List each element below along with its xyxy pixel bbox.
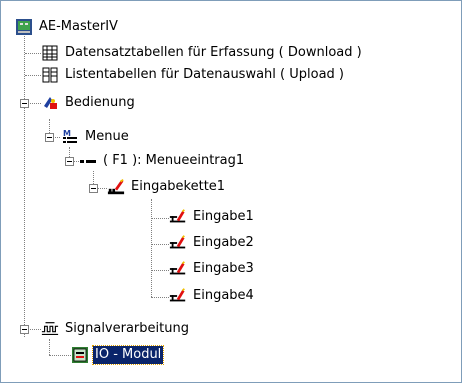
- tree-node-label: Eingabe3: [193, 261, 254, 276]
- grid-table-icon: [41, 44, 59, 62]
- tree-node-label: IO - Modul: [91, 345, 165, 365]
- tree-line: [151, 297, 169, 298]
- collapse-toggle-menueeintrag[interactable]: [65, 157, 74, 166]
- tree-node-io-modul[interactable]: IO - Modul: [71, 345, 165, 365]
- tree-node-signalverarbeitung[interactable]: Signalverarbeitung: [41, 319, 191, 339]
- input-icon: [169, 208, 187, 226]
- tree-line: [25, 75, 41, 76]
- tree-node-eingabekette[interactable]: Eingabekette1: [107, 177, 227, 197]
- menu-entry-icon: [79, 152, 97, 170]
- tree-node-eingabe[interactable]: Eingabe4: [169, 286, 256, 306]
- input-icon: [169, 287, 187, 305]
- tree-node-eingabe[interactable]: Eingabe1: [169, 207, 256, 227]
- tree-line: [151, 244, 169, 245]
- tree-node-eingabe[interactable]: Eingabe3: [169, 259, 256, 279]
- svg-text:M: M: [63, 129, 71, 138]
- tree-line: [25, 53, 41, 54]
- tree-node-label: Listentabellen für Datenauswahl ( Upload…: [65, 67, 344, 82]
- collapse-toggle-eingabekette[interactable]: [89, 184, 98, 193]
- tree-node-datensatztabellen[interactable]: Datensatztabellen für Erfassung ( Downlo…: [41, 43, 364, 63]
- tree-node-label: Datensatztabellen für Erfassung ( Downlo…: [65, 45, 362, 60]
- tree-node-bedienung[interactable]: Bedienung: [41, 93, 137, 113]
- tree-node-label: Bedienung: [65, 95, 135, 110]
- module-icon: [71, 346, 89, 364]
- menu-icon: M: [61, 128, 79, 146]
- tree-node-label: Eingabe4: [193, 288, 254, 303]
- signal-icon: [41, 320, 59, 338]
- collapse-toggle-bedienung[interactable]: [20, 99, 29, 108]
- tree-node-label: AE-MasterIV: [39, 19, 118, 34]
- collapse-toggle-signalverarbeitung[interactable]: [20, 325, 29, 334]
- tree-line: [49, 355, 71, 356]
- operation-icon: [41, 94, 59, 112]
- tree-line: [49, 339, 50, 355]
- pc-icon: [15, 18, 33, 36]
- tree-node-menue[interactable]: M Menue: [61, 127, 131, 147]
- tree-node-label: Signalverarbeitung: [65, 321, 189, 336]
- tree-view[interactable]: AE-MasterIV Datensatztabellen für Erfass…: [0, 0, 462, 383]
- tree-node-label: Menue: [85, 129, 129, 144]
- tree-node-listentabellen[interactable]: Listentabellen für Datenauswahl ( Upload…: [41, 65, 346, 85]
- tree-node-eingabe[interactable]: Eingabe2: [169, 233, 256, 253]
- input-chain-icon: [107, 178, 125, 196]
- tree-line: [151, 218, 169, 219]
- list-table-icon: [41, 66, 59, 84]
- tree-node-label: ( F1 ): Menueeintrag1: [103, 153, 245, 168]
- tree-node-label: Eingabe1: [193, 209, 254, 224]
- tree-line: [151, 270, 169, 271]
- input-icon: [169, 260, 187, 278]
- tree-node-label: Eingabe2: [193, 235, 254, 250]
- input-icon: [169, 234, 187, 252]
- tree-line: [24, 31, 25, 337]
- tree-node-menueeintrag[interactable]: ( F1 ): Menueeintrag1: [79, 151, 246, 171]
- collapse-toggle-menue[interactable]: [45, 133, 54, 142]
- tree-node-label: Eingabekette1: [131, 179, 226, 194]
- tree-node-root[interactable]: AE-MasterIV: [15, 17, 120, 37]
- tree-line: [151, 199, 152, 297]
